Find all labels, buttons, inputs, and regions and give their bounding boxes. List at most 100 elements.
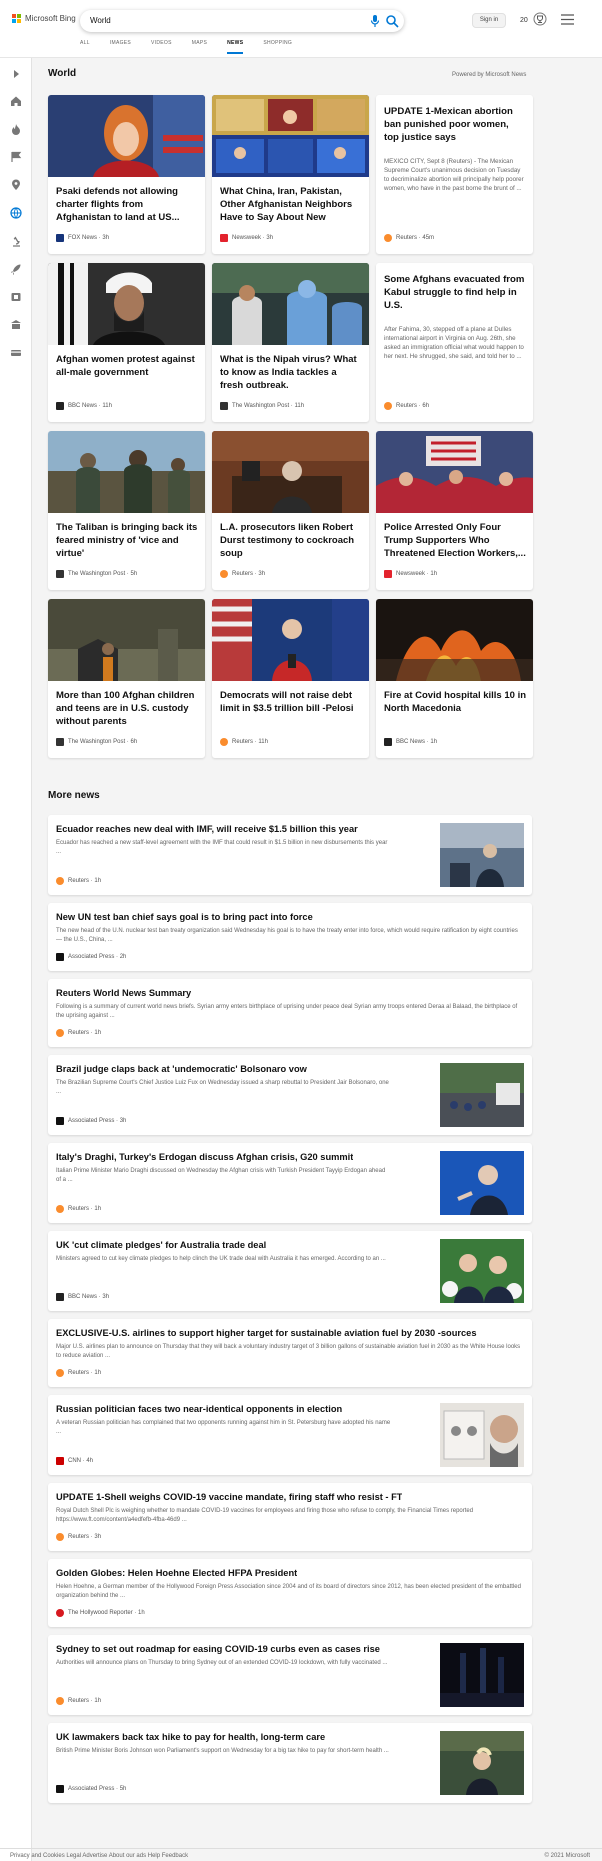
home-icon[interactable] [10,95,22,107]
row-title[interactable]: Sydney to set out roadmap for easing COV… [56,1643,380,1655]
news-card[interactable]: Democrats will not raise debt limit in $… [212,599,369,758]
entertainment-film-icon[interactable] [10,291,22,303]
news-row[interactable]: Russian politician faces two near-identi… [48,1395,532,1475]
source-age: 5h [130,571,138,577]
row-title[interactable]: Italy's Draghi, Turkey's Erdogan discuss… [56,1151,353,1163]
news-card[interactable]: What is the Nipah virus? What to know as… [212,263,369,422]
globe-world-icon[interactable] [10,207,22,219]
card-title[interactable]: UPDATE 1-Mexican abortion ban punished p… [384,105,526,144]
reuters-icon [384,402,392,410]
source-name: Reuters [68,878,90,884]
card-source: The Washington Post · 11h [220,402,304,410]
row-title[interactable]: UK 'cut climate pledges' for Australia t… [56,1239,266,1251]
card-thumbnail [376,599,533,681]
tab-all[interactable]: ALL [80,40,90,54]
row-title[interactable]: Brazil judge claps back at 'undemocratic… [56,1063,307,1075]
source-name: Newsweek [232,235,262,241]
source-age: 1h [94,1030,102,1036]
money-business-icon[interactable] [10,347,22,359]
news-row[interactable]: Brazil judge claps back at 'undemocratic… [48,1055,532,1135]
search-icon[interactable] [385,14,399,28]
location-pin-icon[interactable] [10,179,22,191]
card-title[interactable]: Police Arrested Only Four Trump Supporte… [384,521,526,560]
card-title[interactable]: More than 100 Afghan children and teens … [56,689,198,728]
row-title[interactable]: Reuters World News Summary [56,987,191,999]
source-name: Associated Press [68,954,115,960]
hamburger-menu-icon[interactable] [561,14,574,25]
row-snippet: British Prime Minister Boris Johnson won… [56,1748,389,1754]
card-title[interactable]: Psaki defends not allowing charter fligh… [56,185,198,224]
row-title[interactable]: Russian politician faces two near-identi… [56,1403,342,1415]
row-title[interactable]: Golden Globes: Helen Hoehne Elected HFPA… [56,1567,297,1579]
tab-news[interactable]: NEWS [227,40,244,54]
source-age: 3h [258,571,266,577]
washington-post-icon [56,738,64,746]
card-source: Reuters · 3h [220,570,265,578]
news-row[interactable]: Italy's Draghi, Turkey's Erdogan discuss… [48,1143,532,1223]
card-title[interactable]: Some Afghans evacuated from Kabul strugg… [384,273,526,312]
bing-logo[interactable]: Microsoft Bing [12,14,76,23]
search-input[interactable]: World [90,16,111,25]
source-name: BBC News [396,739,426,745]
sign-in-button[interactable]: Sign in [472,13,506,28]
card-title[interactable]: L.A. prosecutors liken Robert Durst test… [220,521,362,560]
card-thumbnail [48,431,205,513]
card-title[interactable]: What China, Iran, Pakistan, Other Afghan… [220,185,362,225]
row-title[interactable]: Ecuador reaches new deal with IMF, will … [56,823,358,835]
news-card[interactable]: Fire at Covid hospital kills 10 in North… [376,599,533,758]
science-microscope-icon[interactable] [10,235,22,247]
news-card[interactable]: More than 100 Afghan children and teens … [48,599,205,758]
row-title[interactable]: UK lawmakers back tax hike to pay for he… [56,1731,325,1743]
card-title[interactable]: Afghan women protest against all-male go… [56,353,198,379]
news-card[interactable]: Afghan women protest against all-male go… [48,263,205,422]
rocket-technology-icon[interactable] [10,263,22,275]
news-row[interactable]: Ecuador reaches new deal with IMF, will … [48,815,532,895]
news-row[interactable]: Sydney to set out roadmap for easing COV… [48,1635,532,1715]
news-row[interactable]: EXCLUSIVE-U.S. airlines to support highe… [48,1319,532,1387]
news-card[interactable]: UPDATE 1-Mexican abortion ban punished p… [376,95,533,254]
news-card[interactable]: Psaki defends not allowing charter fligh… [48,95,205,254]
news-card[interactable]: L.A. prosecutors liken Robert Durst test… [212,431,369,590]
microphone-icon[interactable] [369,14,381,28]
politics-building-icon[interactable] [10,319,22,331]
row-title[interactable]: UPDATE 1-Shell weighs COVID-19 vaccine m… [56,1491,402,1503]
ap-icon [56,1785,64,1793]
footer-copyright: © 2021 Microsoft [544,1853,590,1859]
card-title[interactable]: Democrats will not raise debt limit in $… [220,689,362,715]
search-box[interactable]: World [80,10,404,32]
tab-shopping[interactable]: SHOPPING [263,40,292,54]
card-title[interactable]: What is the Nipah virus? What to know as… [220,353,362,392]
tab-images[interactable]: IMAGES [110,40,131,54]
powered-by-label[interactable]: Powered by Microsoft News [452,72,526,78]
row-title[interactable]: EXCLUSIVE-U.S. airlines to support highe… [56,1327,477,1339]
expand-chevron-icon[interactable] [10,68,22,80]
source-age: 3h [102,235,110,241]
news-row[interactable]: Golden Globes: Helen Hoehne Elected HFPA… [48,1559,532,1627]
rewards-trophy-icon[interactable] [533,12,547,26]
row-source: Reuters · 1h [56,1697,101,1705]
news-row[interactable]: Reuters World News Summary Following is … [48,979,532,1047]
source-age: 45m [422,235,435,241]
tab-maps[interactable]: MAPS [192,40,207,54]
bbc-icon [384,738,392,746]
card-snippet: MEXICO CITY, Sept 8 (Reuters) - The Mexi… [384,158,524,192]
fire-trending-icon[interactable] [10,123,22,135]
source-age: 1h [430,571,438,577]
footer-links[interactable]: Privacy and Cookies Legal Advertise Abou… [10,1853,188,1859]
source-age: 1h [94,1370,102,1376]
news-row[interactable]: New UN test ban chief says goal is to br… [48,903,532,971]
news-card[interactable]: Some Afghans evacuated from Kabul strugg… [376,263,533,422]
news-row[interactable]: UK 'cut climate pledges' for Australia t… [48,1231,532,1311]
news-row[interactable]: UK lawmakers back tax hike to pay for he… [48,1723,532,1803]
card-title[interactable]: Fire at Covid hospital kills 10 in North… [384,689,526,715]
source-age: 1h [430,739,438,745]
news-card[interactable]: What China, Iran, Pakistan, Other Afghan… [212,95,369,254]
row-title[interactable]: New UN test ban chief says goal is to br… [56,911,313,923]
us-flag-icon[interactable] [10,151,22,163]
tab-videos[interactable]: VIDEOS [151,40,172,54]
source-name: BBC News [68,1294,98,1300]
news-row[interactable]: UPDATE 1-Shell weighs COVID-19 vaccine m… [48,1483,532,1551]
news-card[interactable]: Police Arrested Only Four Trump Supporte… [376,431,533,590]
news-card[interactable]: The Taliban is bringing back its feared … [48,431,205,590]
card-title[interactable]: The Taliban is bringing back its feared … [56,521,198,560]
